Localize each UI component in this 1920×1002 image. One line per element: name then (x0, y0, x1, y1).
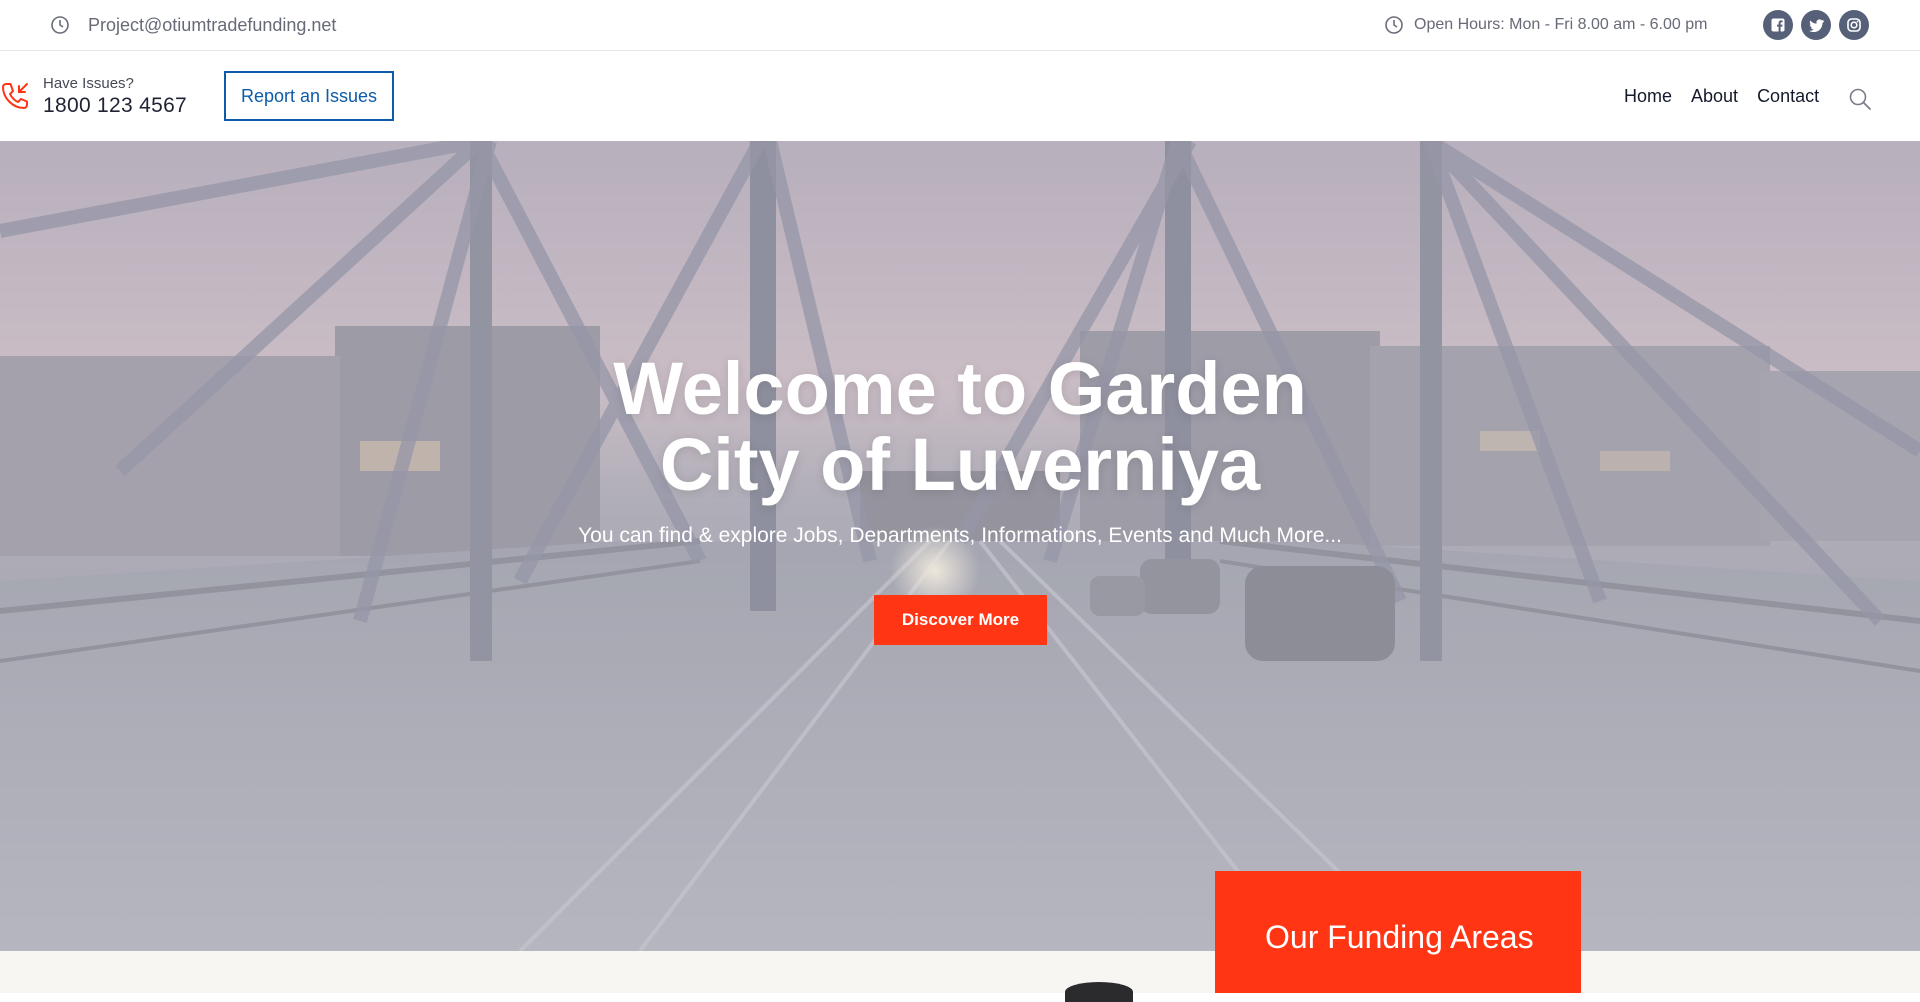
lower-section (0, 951, 1920, 993)
report-issue-button[interactable]: Report an Issues (224, 71, 394, 121)
email-text[interactable]: Project@otiumtradefunding.net (88, 15, 336, 36)
funding-areas-card: Our Funding Areas (1215, 871, 1581, 993)
twitter-icon[interactable] (1801, 10, 1831, 40)
nav-contact[interactable]: Contact (1757, 86, 1819, 107)
hero-section: Welcome to Garden City of Luverniya You … (0, 141, 1920, 951)
top-bar: Project@otiumtradefunding.net Open Hours… (0, 0, 1920, 51)
main-nav: Home About Contact (1624, 51, 1819, 141)
open-hours-text: Open Hours: Mon - Fri 8.00 am - 6.00 pm (1414, 16, 1708, 33)
issues-phone-number[interactable]: 1800 123 4567 (43, 94, 187, 118)
nav-about[interactable]: About (1691, 86, 1738, 107)
phone-incoming-icon (2, 83, 28, 109)
clock-icon (51, 16, 69, 34)
person-image (1065, 982, 1133, 1002)
open-hours: Open Hours: Mon - Fri 8.00 am - 6.00 pm (1384, 0, 1707, 50)
site-header: Have Issues? 1800 123 4567 Report an Iss… (0, 51, 1920, 141)
issues-label: Have Issues? (43, 75, 134, 92)
nav-home[interactable]: Home (1624, 86, 1672, 107)
social-links (1763, 10, 1869, 40)
search-icon[interactable] (1848, 87, 1872, 111)
email-contact[interactable]: Project@otiumtradefunding.net (50, 0, 336, 50)
instagram-icon[interactable] (1839, 10, 1869, 40)
hero-subtitle: You can find & explore Jobs, Departments… (578, 524, 1342, 547)
clock-icon (1385, 16, 1403, 34)
discover-more-button[interactable]: Discover More (874, 595, 1047, 645)
funding-areas-title: Our Funding Areas (1265, 919, 1534, 955)
hero-title: Welcome to Garden City of Luverniya (613, 347, 1307, 506)
facebook-icon[interactable] (1763, 10, 1793, 40)
